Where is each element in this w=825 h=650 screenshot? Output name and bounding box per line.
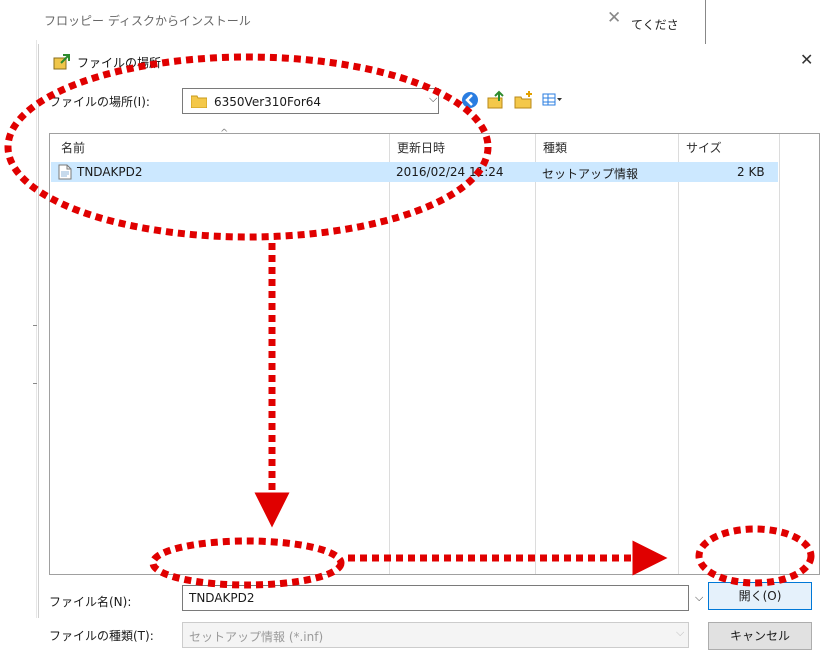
setup-info-file-icon — [58, 164, 72, 183]
filetype-dropdown[interactable]: セットアップ情報 (*.inf) — [182, 622, 689, 648]
column-separator — [389, 134, 390, 574]
filetype-value: セットアップ情報 (*.inf) — [189, 630, 324, 644]
column-separator — [535, 134, 536, 574]
file-modified-cell: 2016/02/24 11:24 — [396, 165, 504, 179]
background-tick — [33, 383, 37, 384]
file-list[interactable]: 名前 ^ 更新日時 種類 サイズ TNDAKPD2 2016/02/24 11:… — [49, 128, 820, 575]
new-folder-icon[interactable] — [513, 89, 535, 111]
column-header-modified[interactable]: 更新日時 — [397, 139, 445, 156]
filetype-label: ファイルの種類(T): — [49, 629, 154, 643]
view-menu-icon[interactable] — [541, 89, 563, 111]
filetype-chevron-down-icon: ⌵ — [676, 626, 685, 639]
dialog-title: ファイルの場所 — [77, 56, 162, 70]
look-in-value: 6350Ver310For64 — [214, 95, 322, 109]
column-separator — [779, 134, 780, 574]
background-window-title: フロッピー ディスクからインストール — [44, 14, 251, 28]
close-icon[interactable]: ✕ — [800, 50, 813, 69]
open-button[interactable]: 開く(O) — [708, 582, 812, 610]
look-in-label: ファイルの場所(I): — [49, 95, 150, 109]
background-tick — [33, 325, 37, 326]
back-icon[interactable] — [459, 89, 481, 111]
column-header-type[interactable]: 種類 — [543, 139, 567, 156]
file-type-cell: セットアップ情報 — [542, 167, 639, 181]
column-separator — [678, 134, 679, 574]
filename-label: ファイル名(N): — [49, 595, 132, 609]
cancel-button[interactable]: キャンセル — [708, 622, 812, 650]
file-open-dialog: ファイルの場所 ✕ ファイルの場所(I): 6350Ver310For64 ⌵ … — [38, 44, 825, 650]
background-divider — [705, 0, 706, 45]
file-size-cell: 2 KB — [737, 165, 765, 179]
file-name-cell: TNDAKPD2 — [77, 165, 143, 179]
column-header-name[interactable]: 名前 — [61, 139, 85, 156]
column-header-size[interactable]: サイズ — [686, 139, 722, 156]
file-row[interactable]: TNDAKPD2 2016/02/24 11:24 セットアップ情報 2 KB — [51, 162, 778, 182]
chevron-down-icon[interactable]: ⌵ — [429, 92, 437, 106]
folder-icon — [190, 94, 208, 111]
sort-up-icon: ^ — [220, 128, 229, 139]
dialog-title-icon — [53, 54, 71, 73]
background-panel — [0, 40, 37, 618]
filename-input[interactable]: TNDAKPD2 — [182, 585, 689, 611]
up-folder-icon[interactable] — [485, 89, 507, 111]
background-close-icon[interactable]: ✕ — [607, 8, 621, 28]
filename-chevron-down-icon[interactable]: ⌵ — [695, 591, 703, 605]
background-partial-text: てくださ — [631, 18, 679, 32]
look-in-dropdown[interactable]: 6350Ver310For64 — [182, 88, 439, 114]
filename-value: TNDAKPD2 — [189, 591, 255, 605]
